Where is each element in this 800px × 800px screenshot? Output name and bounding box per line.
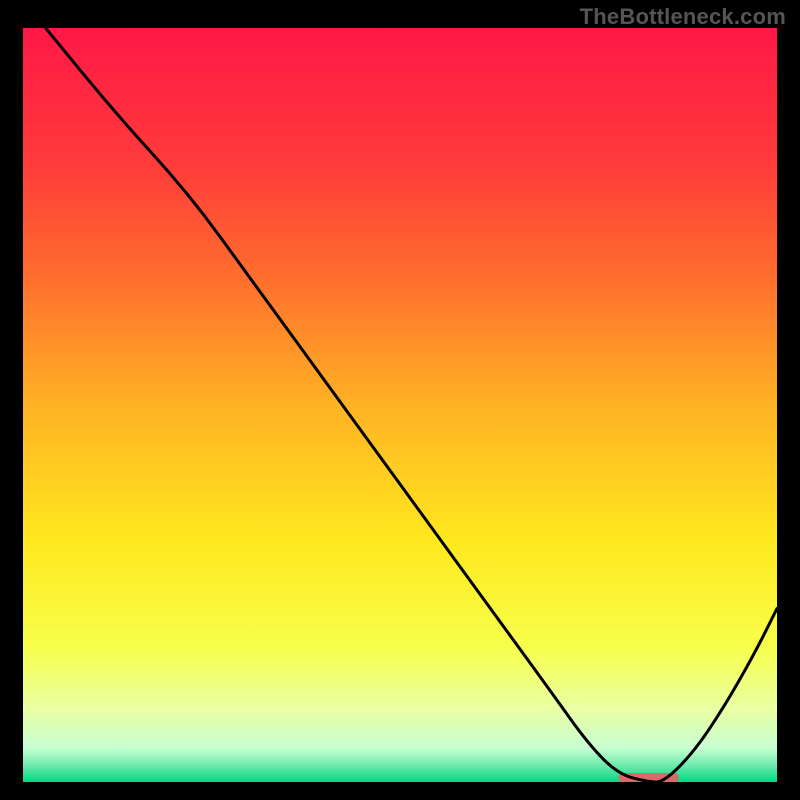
- watermark-text: TheBottleneck.com: [580, 4, 786, 30]
- plot-area: [23, 28, 777, 782]
- chart-stage: TheBottleneck.com: [0, 0, 800, 800]
- chart-background: [23, 28, 777, 782]
- chart-svg: [23, 28, 777, 782]
